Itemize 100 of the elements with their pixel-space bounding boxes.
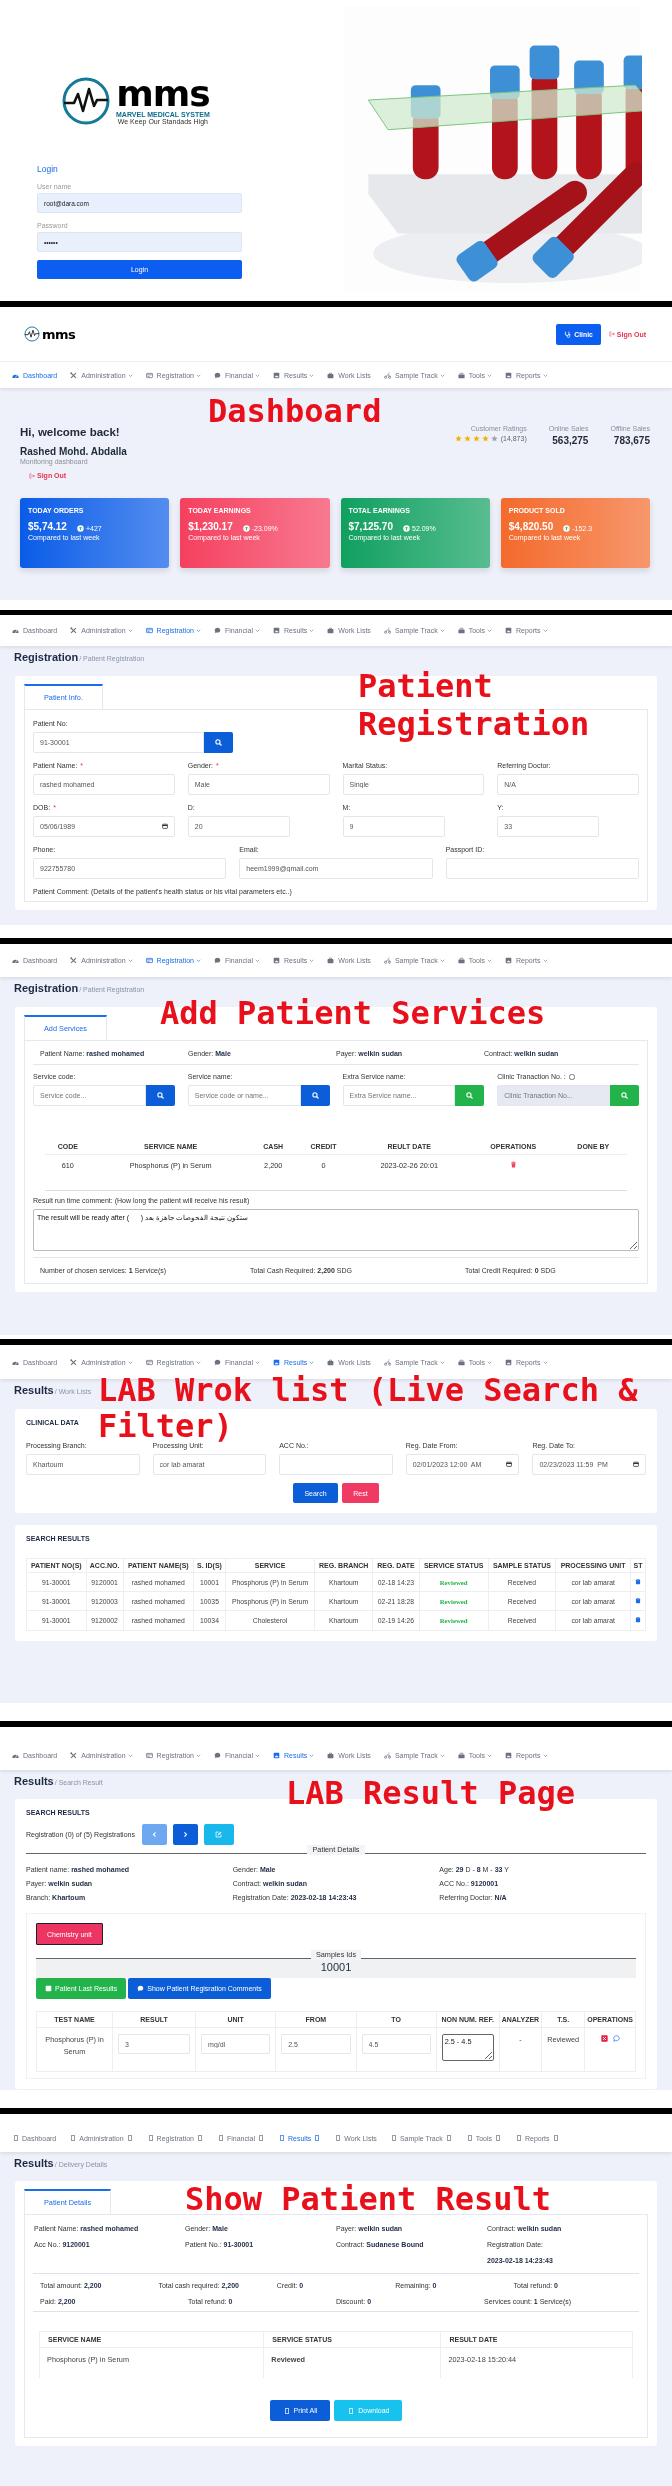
clipboard-icon[interactable] — [635, 1616, 641, 1624]
card-amount: $4,820.50 — [508, 521, 554, 532]
gauge-icon — [12, 957, 19, 964]
image-icon — [273, 957, 280, 964]
welcome-heading: Hi, welcome back! — [20, 426, 121, 438]
card-icon — [145, 627, 153, 634]
image-icon — [273, 1358, 280, 1366]
card-icon — [145, 371, 153, 379]
square-icon — [467, 2135, 472, 2141]
search-button[interactable] — [300, 1085, 330, 1106]
scooter-icon — [383, 371, 391, 379]
square-icon — [391, 2135, 396, 2141]
chat-icon — [213, 957, 221, 964]
square-icon — [218, 2135, 223, 2141]
search-icon — [466, 1092, 474, 1099]
heartbeat-logo-icon — [61, 76, 111, 126]
image-icon — [505, 1358, 512, 1366]
briefcase-icon — [327, 627, 335, 634]
tools-icon — [70, 1358, 78, 1366]
login-title: Login — [37, 164, 59, 174]
heartbeat-logo-icon — [24, 326, 40, 342]
annotation-text: Patient Registration — [358, 667, 591, 743]
page-title: Results — [14, 1775, 54, 1787]
briefcase-icon — [327, 957, 335, 964]
card-icon — [145, 1752, 153, 1759]
image-icon — [273, 1752, 280, 1759]
annotation-text: Dashboard — [208, 392, 382, 430]
toolbox-icon — [457, 371, 465, 379]
logo-wordmark: mms — [42, 327, 76, 341]
search-button[interactable] — [145, 1085, 175, 1106]
square-icon — [517, 2135, 521, 2141]
scooter-icon — [383, 1358, 391, 1366]
edit-icon — [215, 1831, 223, 1838]
square-icon — [284, 2407, 289, 2414]
square-icon — [14, 2135, 18, 2141]
image-icon — [505, 371, 512, 379]
close-icon[interactable] — [600, 2035, 608, 2042]
image-icon — [45, 1985, 52, 1992]
toolbox-icon — [457, 957, 465, 964]
sample-id: 10001 — [320, 1961, 352, 1973]
search-icon — [156, 1092, 164, 1099]
edit-button[interactable] — [203, 1824, 234, 1845]
card-icon — [145, 957, 153, 964]
stat-value: 783,675 — [613, 435, 650, 446]
toolbox-icon — [457, 1752, 465, 1759]
chat-icon — [213, 1358, 221, 1366]
square-icon — [349, 2407, 354, 2414]
annotation-text: Show Patient Result — [185, 2180, 552, 2218]
tools-icon — [70, 371, 78, 379]
toolbox-icon — [457, 627, 465, 634]
page-title: Registration — [14, 982, 79, 994]
text-field[interactable] — [445, 858, 639, 879]
card-icon — [145, 1358, 153, 1366]
annotation-text: LAB Result Page — [286, 1774, 575, 1812]
stat-value: 563,275 — [552, 435, 589, 446]
next-button[interactable] — [172, 1824, 198, 1845]
image-icon — [273, 371, 280, 379]
user-name: Rashed Mohd. Abdalla — [20, 446, 127, 457]
calendar-icon — [506, 1461, 513, 1467]
trash-icon[interactable] — [509, 1161, 517, 1168]
square-icon — [336, 2135, 341, 2141]
page-title: Registration — [14, 651, 79, 663]
search-icon — [215, 739, 222, 746]
briefcase-icon — [327, 371, 335, 379]
image-icon — [505, 627, 512, 634]
chat-icon — [213, 627, 221, 634]
arrow-circle-icon — [242, 525, 250, 532]
page-title: Results — [14, 1384, 54, 1396]
search-icon — [621, 1092, 628, 1099]
toolbox-icon — [457, 1358, 465, 1366]
clipboard-icon[interactable] — [635, 1597, 641, 1605]
tools-icon — [70, 957, 78, 964]
tools-icon — [70, 1752, 78, 1759]
image-icon — [505, 1752, 512, 1759]
card-amount: $7,125.70 — [348, 521, 393, 532]
chat-icon[interactable] — [612, 2035, 620, 2042]
square-icon — [71, 2135, 76, 2141]
annotation-text: Add Patient Services — [160, 994, 546, 1032]
calendar-icon — [633, 1461, 639, 1467]
sign-out-icon — [29, 472, 35, 479]
chevron-right-icon — [181, 1831, 189, 1838]
stethoscope-icon — [564, 330, 572, 338]
search-button[interactable] — [204, 732, 233, 753]
card-amount: $5,74.12 — [28, 521, 67, 532]
square-icon — [280, 2135, 284, 2141]
scooter-icon — [383, 627, 391, 634]
annotation-text: LAB Wrok list (Live Search & Filter) — [98, 1372, 639, 1444]
text-field[interactable] — [279, 1454, 393, 1475]
search-icon — [311, 1092, 319, 1099]
card-amount: $1,230.17 — [188, 521, 233, 532]
arrow-circle-icon — [563, 525, 571, 532]
image-icon — [273, 627, 280, 634]
scooter-icon — [383, 1752, 391, 1759]
scooter-icon — [383, 957, 391, 964]
search-button[interactable] — [455, 1085, 485, 1106]
tools-icon — [70, 627, 78, 634]
gauge-icon — [12, 1752, 19, 1759]
clipboard-icon[interactable] — [635, 1578, 641, 1585]
chevron-left-icon — [150, 1831, 158, 1838]
page-title: Results — [14, 2157, 54, 2169]
